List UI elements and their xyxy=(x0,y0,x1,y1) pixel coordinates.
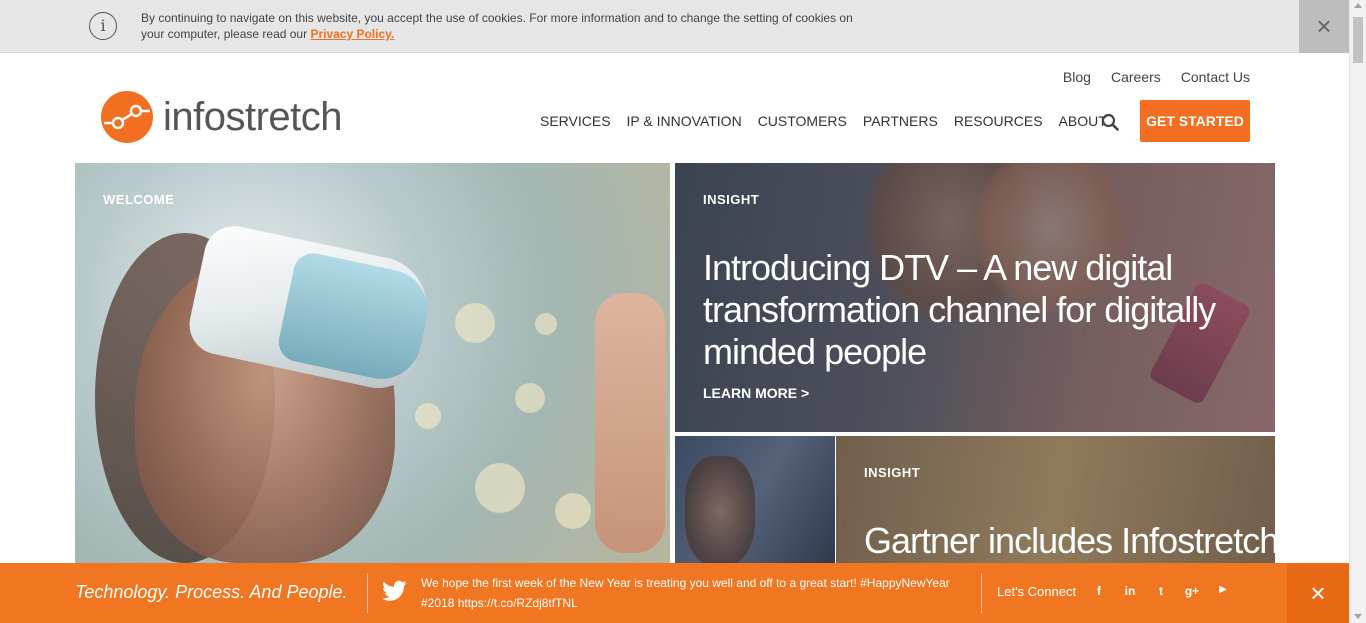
careers-link[interactable]: Careers xyxy=(1111,69,1161,85)
dtv-headline[interactable]: Introducing DTV – A new digital transfor… xyxy=(703,247,1243,373)
dtv-insight-tile[interactable]: INSIGHT Introducing DTV – A new digital … xyxy=(675,163,1275,432)
divider xyxy=(367,573,368,613)
twitter-icon[interactable] xyxy=(382,580,407,602)
blog-link[interactable]: Blog xyxy=(1063,69,1091,85)
infostretch-logo-icon xyxy=(101,91,153,143)
google-plus-icon[interactable]: g+ xyxy=(1184,584,1200,598)
cookie-close-button[interactable]: × xyxy=(1299,0,1349,53)
insight-photo-tile[interactable] xyxy=(675,436,835,563)
site-logo[interactable]: infostretch xyxy=(100,90,343,144)
logo-wordmark: infostretch xyxy=(163,95,343,139)
cookie-message-text: By continuing to navigate on this websit… xyxy=(141,11,853,41)
scroll-up-arrow-icon[interactable] xyxy=(1354,3,1362,8)
twitter-icon[interactable]: t xyxy=(1153,584,1169,598)
divider xyxy=(981,573,982,613)
get-started-button[interactable]: GET STARTED xyxy=(1140,100,1250,142)
linkedin-icon[interactable]: in xyxy=(1122,584,1138,598)
info-icon: i xyxy=(89,12,117,40)
tagline: Technology. Process. And People. xyxy=(75,582,348,602)
nav-item-customers[interactable]: CUSTOMERS xyxy=(758,113,847,129)
page: i By continuing to navigate on this webs… xyxy=(0,0,1366,623)
nav-item-partners[interactable]: PARTNERS xyxy=(863,113,938,129)
cookie-banner: i By continuing to navigate on this webs… xyxy=(0,0,1349,53)
latest-tweet[interactable]: We hope the first week of the New Year i… xyxy=(421,573,971,613)
lets-connect-label: Let's Connect xyxy=(997,584,1077,599)
welcome-tile[interactable]: WELCOME xyxy=(75,163,670,563)
contact-us-link[interactable]: Contact Us xyxy=(1181,69,1250,85)
nav-item-about[interactable]: ABOUT xyxy=(1059,113,1107,129)
bokeh-light xyxy=(515,383,545,413)
bokeh-light xyxy=(555,493,591,529)
tile-label-welcome: WELCOME xyxy=(103,192,175,207)
learn-more-link[interactable]: LEARN MORE > xyxy=(703,385,809,401)
nav-item-ip-innovation[interactable]: IP & INNOVATION xyxy=(627,113,742,129)
scrollbar-thumb[interactable] xyxy=(1353,17,1363,63)
nav-item-services[interactable]: SERVICES xyxy=(540,113,611,129)
tile-label-insight: INSIGHT xyxy=(703,192,760,207)
scroll-down-arrow-icon[interactable] xyxy=(1354,614,1362,619)
gartner-headline[interactable]: Gartner includes Infostretch i xyxy=(864,521,1275,561)
cookie-message: By continuing to navigate on this websit… xyxy=(141,10,861,42)
facebook-icon[interactable]: f xyxy=(1091,584,1107,598)
tile-photo-person xyxy=(685,456,755,563)
bokeh-light xyxy=(475,463,525,513)
bokeh-light xyxy=(535,313,557,335)
privacy-policy-link[interactable]: Privacy Policy. xyxy=(310,27,394,41)
nav-item-resources[interactable]: RESOURCES xyxy=(954,113,1043,129)
bokeh-light xyxy=(455,303,495,343)
utility-nav: Blog Careers Contact Us xyxy=(1063,69,1250,85)
main-nav: SERVICES IP & INNOVATION CUSTOMERS PARTN… xyxy=(540,113,1107,129)
person-hand xyxy=(595,293,665,553)
tile-label-insight: INSIGHT xyxy=(864,465,921,480)
gartner-insight-tile[interactable]: INSIGHT Gartner includes Infostretch i xyxy=(836,436,1275,563)
footer-bar: Technology. Process. And People. We hope… xyxy=(0,563,1349,623)
search-icon[interactable] xyxy=(1101,113,1119,131)
bokeh-light xyxy=(415,403,441,429)
footer-close-button[interactable]: × xyxy=(1287,563,1349,623)
page-scrollbar[interactable] xyxy=(1349,0,1366,623)
youtube-icon[interactable]: ▶ xyxy=(1215,584,1231,595)
